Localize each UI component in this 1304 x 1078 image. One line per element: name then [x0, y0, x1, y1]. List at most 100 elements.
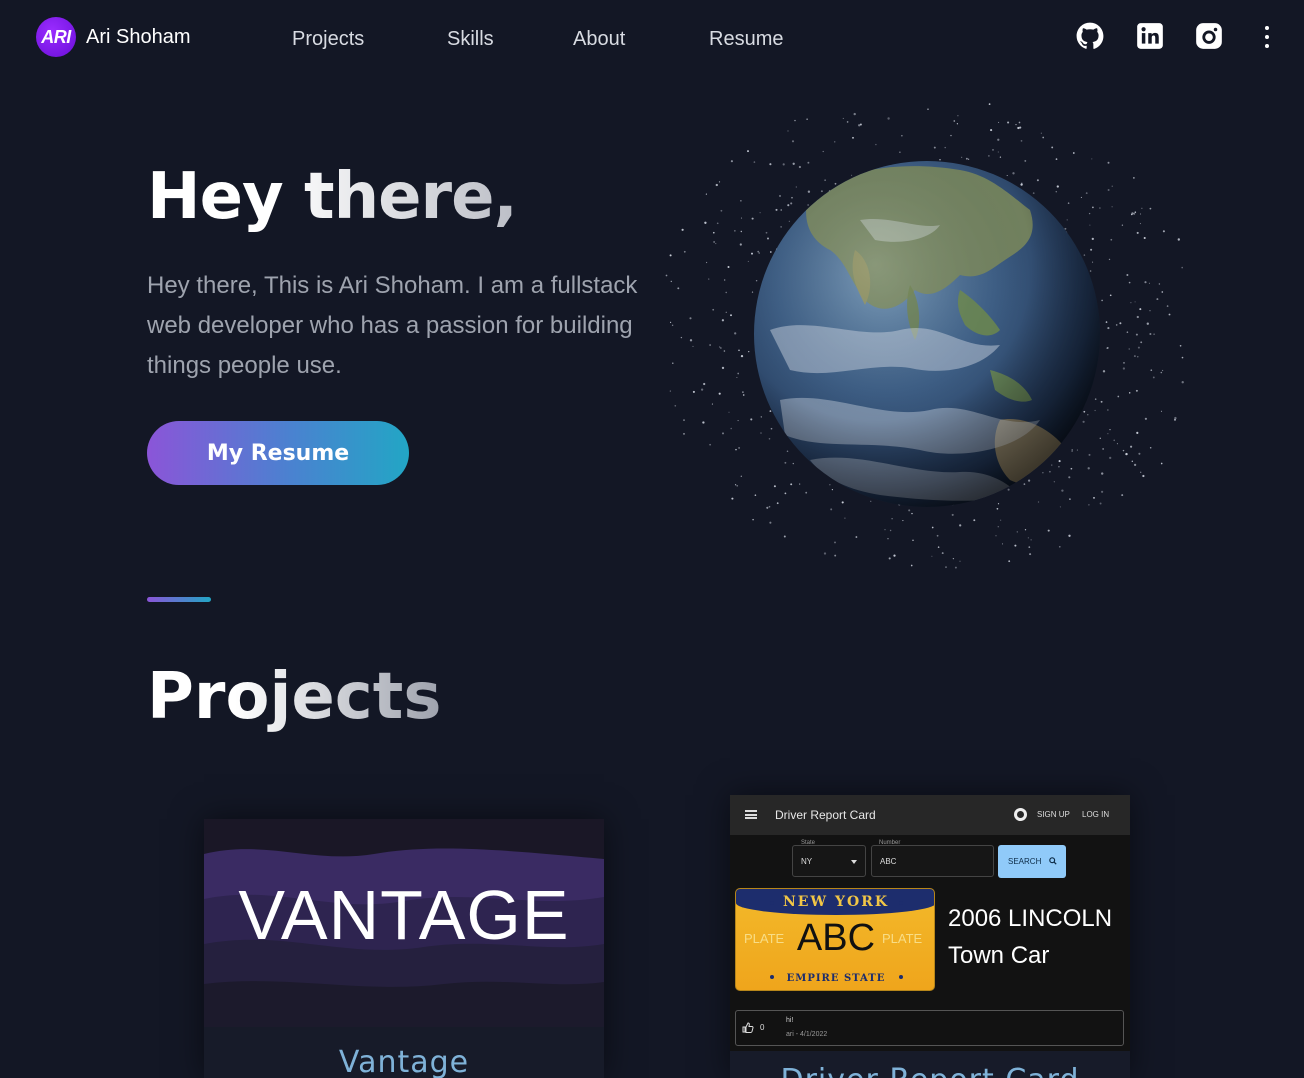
comment-item: 0 hi! ari - 4/1/2022: [735, 1010, 1124, 1046]
star-dot: [1040, 132, 1042, 134]
star-dot: [784, 461, 787, 464]
star-dot: [887, 538, 889, 540]
star-dot: [1107, 409, 1109, 411]
star-dot: [712, 308, 715, 311]
brand-home-link[interactable]: ARI Ari Shoham: [36, 17, 191, 57]
star-dot: [853, 112, 856, 116]
star-dot: [725, 311, 727, 313]
like-count: 0: [760, 1023, 765, 1032]
star-dot: [1122, 449, 1125, 452]
star-dot: [1181, 266, 1183, 269]
star-dot: [1071, 450, 1073, 453]
star-dot: [1027, 537, 1029, 539]
star-dot: [1166, 305, 1169, 307]
star-dot: [775, 208, 778, 211]
star-dot: [794, 119, 796, 122]
star-dot: [1080, 196, 1082, 198]
star-dot: [1058, 465, 1060, 468]
star-dot: [739, 243, 742, 246]
star-dot: [1087, 414, 1089, 416]
star-dot: [677, 287, 680, 290]
star-dot: [1135, 333, 1138, 336]
star-dot: [760, 416, 762, 418]
star-dot: [1107, 189, 1110, 191]
nav-link-about[interactable]: About: [573, 28, 625, 51]
star-dot: [931, 555, 933, 557]
star-dot: [908, 509, 911, 512]
settings-gear-icon: [1014, 808, 1027, 821]
star-dot: [768, 438, 771, 440]
star-dot: [1094, 398, 1097, 400]
star-dot: [1092, 261, 1094, 263]
star-dot: [1102, 448, 1104, 450]
star-dot: [1058, 545, 1061, 548]
star-dot: [715, 243, 717, 245]
star-dot: [730, 427, 732, 430]
star-dot: [891, 517, 893, 520]
star-dot: [997, 525, 1000, 528]
star-dot: [1000, 519, 1002, 521]
star-dot: [1056, 185, 1059, 188]
star-dot: [720, 209, 723, 212]
star-dot: [1020, 183, 1023, 186]
star-dot: [806, 118, 808, 120]
star-dot: [1139, 223, 1141, 225]
star-dot: [834, 554, 837, 557]
star-dot: [769, 251, 772, 253]
star-dot: [834, 141, 836, 143]
project-card-vantage[interactable]: VANTAGE Vantage: [204, 819, 604, 1078]
nav-link-projects[interactable]: Projects: [292, 28, 364, 51]
star-dot: [674, 404, 677, 407]
instagram-icon[interactable]: [1195, 22, 1223, 50]
my-resume-button[interactable]: My Resume: [147, 421, 409, 485]
nav-link-skills[interactable]: Skills: [447, 28, 494, 51]
star-dot: [846, 121, 849, 123]
star-dot: [830, 508, 833, 511]
star-dot: [776, 502, 779, 505]
star-dot: [1149, 207, 1152, 210]
star-dot: [1107, 327, 1110, 330]
project-card-label[interactable]: Driver Report Card: [730, 1063, 1130, 1078]
github-icon[interactable]: [1076, 22, 1104, 50]
star-dot: [799, 483, 801, 485]
star-dot: [1130, 445, 1133, 448]
star-dot: [689, 339, 693, 342]
star-dot: [944, 146, 946, 149]
star-dot: [1128, 348, 1130, 350]
star-dot: [734, 332, 737, 335]
star-dot: [1158, 283, 1161, 285]
star-dot: [1051, 146, 1054, 149]
star-dot: [706, 261, 708, 264]
star-dot: [1109, 428, 1111, 431]
star-dot: [823, 552, 827, 555]
star-dot: [1055, 158, 1058, 160]
project-card-driver-report-card[interactable]: Driver Report Card SIGN UP LOG IN State …: [730, 795, 1130, 1078]
star-dot: [807, 190, 811, 193]
star-dot: [740, 217, 743, 219]
star-dot: [1142, 474, 1145, 478]
star-dot: [956, 123, 959, 125]
star-dot: [738, 446, 741, 449]
star-dot: [1068, 476, 1071, 479]
star-dot: [1115, 324, 1118, 326]
star-dot: [742, 394, 745, 396]
star-dot: [1018, 121, 1021, 124]
nav-link-resume[interactable]: Resume: [709, 28, 783, 51]
star-dot: [721, 319, 725, 322]
linkedin-icon[interactable]: [1136, 22, 1164, 50]
star-dot: [841, 501, 844, 504]
star-dot: [1016, 531, 1018, 533]
star-dot: [1107, 433, 1109, 435]
star-dot: [990, 129, 993, 132]
star-dot: [1032, 192, 1035, 194]
project-card-label[interactable]: Vantage: [204, 1045, 604, 1078]
more-vertical-icon[interactable]: [1258, 24, 1276, 50]
star-dot: [1012, 172, 1015, 175]
star-dot: [1136, 315, 1139, 319]
star-dot: [888, 557, 891, 560]
star-dot: [973, 519, 976, 522]
star-dot: [1110, 238, 1113, 241]
star-dot: [735, 448, 737, 451]
star-dot: [753, 161, 756, 163]
star-dot: [1092, 206, 1094, 209]
